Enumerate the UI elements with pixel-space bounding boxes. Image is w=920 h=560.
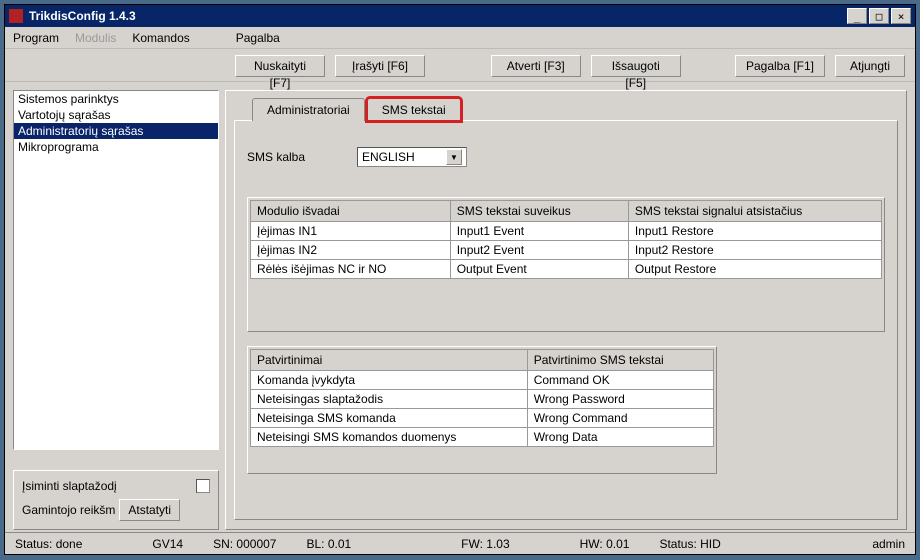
- sms-language-value: ENGLISH: [362, 150, 446, 164]
- table-cell-label: Įėjimas IN1: [251, 222, 451, 241]
- table-cell-label: Neteisinga SMS komanda: [251, 409, 528, 428]
- status-bl: BL: 0.01: [306, 537, 351, 551]
- status-chip: GV14: [152, 537, 183, 551]
- read-button[interactable]: Nuskaityti [F7]: [235, 55, 325, 77]
- table-cell-value[interactable]: Input2 Restore: [628, 241, 881, 260]
- table-cell-value[interactable]: Wrong Data: [527, 428, 713, 447]
- reset-panel: Įsiminti slaptažodį Gamintojo reikšm Ats…: [13, 470, 219, 530]
- status-fw: FW: 1.03: [461, 537, 509, 551]
- sidebar-item[interactable]: Vartotojų sąrašas: [14, 107, 218, 123]
- close-button[interactable]: ×: [891, 8, 911, 24]
- table-cell-value[interactable]: Output Restore: [628, 260, 881, 279]
- table-row: Neteisingas slaptažodisWrong Password: [251, 390, 714, 409]
- remember-password-checkbox[interactable]: [196, 479, 210, 493]
- app-window: TrikdisConfig 1.4.3 _ □ × Program Moduli…: [4, 4, 916, 555]
- menu-program[interactable]: Program: [13, 31, 59, 45]
- disconnect-button[interactable]: Atjungti: [835, 55, 905, 77]
- confirm-sms-table-group: PatvirtinimaiPatvirtinimo SMS tekstaiKom…: [247, 346, 717, 474]
- maximize-icon: □: [876, 10, 883, 23]
- app-icon: [9, 9, 23, 23]
- table-header: Patvirtinimai: [251, 350, 528, 371]
- write-button[interactable]: Įrašyti [F6]: [335, 55, 425, 77]
- status-label: Status: done: [15, 537, 82, 551]
- io-sms-table: Modulio išvadaiSMS tekstai suveikusSMS t…: [250, 200, 882, 279]
- table-cell-value[interactable]: Wrong Command: [527, 409, 713, 428]
- table-cell-label: Komanda įvykdyta: [251, 371, 528, 390]
- remember-password-label: Įsiminti slaptažodį: [22, 479, 196, 493]
- table-cell-label: Neteisingas slaptažodis: [251, 390, 528, 409]
- menu-modulis: Modulis: [75, 31, 116, 45]
- table-row: Komanda įvykdytaCommand OK: [251, 371, 714, 390]
- sidebar-item[interactable]: Mikroprograma: [14, 139, 218, 155]
- sidebar-item[interactable]: Sistemos parinktys: [14, 91, 218, 107]
- table-row: Įėjimas IN2Input2 EventInput2 Restore: [251, 241, 882, 260]
- sidebar-item[interactable]: Administratorių sąrašas: [14, 123, 218, 139]
- table-cell-label: Neteisingi SMS komandos duomenys: [251, 428, 528, 447]
- menubar: Program Modulis Komandos Pagalba: [5, 27, 915, 49]
- table-cell-value[interactable]: Wrong Password: [527, 390, 713, 409]
- menu-pagalba[interactable]: Pagalba: [236, 31, 280, 45]
- table-row: Rėlės išėjimas NC ir NOOutput EventOutpu…: [251, 260, 882, 279]
- close-icon: ×: [898, 10, 905, 23]
- factory-label: Gamintojo reikšm: [22, 503, 115, 517]
- main-panel: Administratoriai SMS tekstai SMS kalba E…: [225, 90, 907, 530]
- sms-language-select[interactable]: ENGLISH ▼: [357, 147, 467, 167]
- minimize-button[interactable]: _: [847, 8, 867, 24]
- toolbar: Nuskaityti [F7] Įrašyti [F6] Atverti [F3…: [5, 49, 915, 82]
- titlebar: TrikdisConfig 1.4.3 _ □ ×: [5, 5, 915, 27]
- status-sn: SN: 000007: [213, 537, 276, 551]
- tab-sms-texts[interactable]: SMS tekstai: [367, 98, 461, 121]
- table-header: SMS tekstai suveikus: [450, 201, 628, 222]
- window-title: TrikdisConfig 1.4.3: [29, 9, 136, 23]
- sms-language-label: SMS kalba: [247, 150, 357, 164]
- sidebar-tree[interactable]: Sistemos parinktysVartotojų sąrašasAdmin…: [13, 90, 219, 450]
- maximize-button[interactable]: □: [869, 8, 889, 24]
- table-row: Įėjimas IN1Input1 EventInput1 Restore: [251, 222, 882, 241]
- table-header: Patvirtinimo SMS tekstai: [527, 350, 713, 371]
- table-cell-value[interactable]: Input1 Event: [450, 222, 628, 241]
- table-cell-label: Rėlės išėjimas NC ir NO: [251, 260, 451, 279]
- tab-administrators[interactable]: Administratoriai: [252, 98, 365, 121]
- table-cell-value[interactable]: Command OK: [527, 371, 713, 390]
- reset-button[interactable]: Atstatyti: [119, 499, 180, 521]
- table-cell-value[interactable]: Output Event: [450, 260, 628, 279]
- tabstrip: Administratoriai SMS tekstai: [252, 97, 898, 120]
- table-cell-label: Įėjimas IN2: [251, 241, 451, 260]
- io-sms-table-group: Modulio išvadaiSMS tekstai suveikusSMS t…: [247, 197, 885, 332]
- menu-komandos[interactable]: Komandos: [132, 31, 189, 45]
- save-button[interactable]: Išsaugoti [F5]: [591, 55, 681, 77]
- status-user: admin: [872, 537, 905, 551]
- chevron-down-icon: ▼: [446, 149, 462, 165]
- table-row: Neteisingi SMS komandos duomenysWrong Da…: [251, 428, 714, 447]
- status-hw: HW: 0.01: [580, 537, 630, 551]
- table-row: Neteisinga SMS komandaWrong Command: [251, 409, 714, 428]
- tab-page-sms: SMS kalba ENGLISH ▼ Modulio išvadaiSMS t…: [234, 120, 898, 520]
- confirm-sms-table: PatvirtinimaiPatvirtinimo SMS tekstaiKom…: [250, 349, 714, 447]
- table-cell-value[interactable]: Input2 Event: [450, 241, 628, 260]
- statusbar: Status: done GV14 SN: 000007 BL: 0.01 FW…: [5, 532, 915, 554]
- status-hid: Status: HID: [659, 537, 720, 551]
- table-cell-value[interactable]: Input1 Restore: [628, 222, 881, 241]
- help-button[interactable]: Pagalba [F1]: [735, 55, 825, 77]
- table-header: SMS tekstai signalui atsistačius: [628, 201, 881, 222]
- minimize-icon: _: [854, 10, 861, 23]
- table-header: Modulio išvadai: [251, 201, 451, 222]
- open-button[interactable]: Atverti [F3]: [491, 55, 581, 77]
